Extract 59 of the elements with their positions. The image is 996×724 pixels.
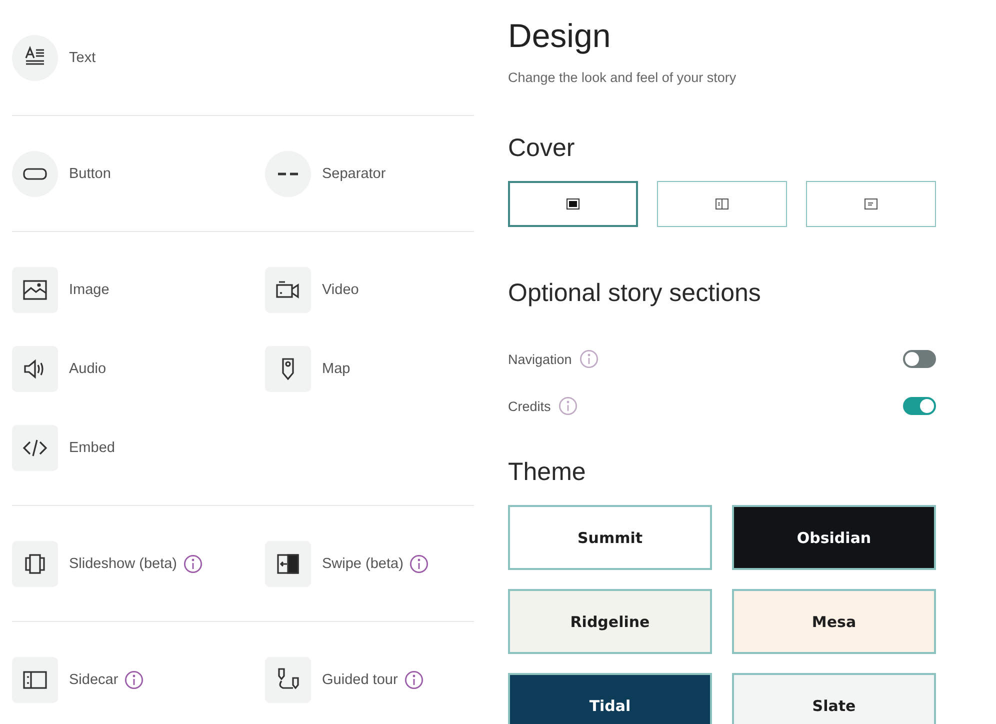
info-icon[interactable]	[404, 670, 424, 690]
block-tile[interactable]	[265, 657, 311, 703]
theme-option[interactable]: Ridgeline	[508, 589, 712, 654]
block-label: Separator	[322, 166, 386, 182]
block-tile[interactable]	[265, 267, 311, 313]
block-tile[interactable]	[12, 657, 58, 703]
block-label: Embed	[69, 440, 115, 456]
block-label: Text	[69, 50, 96, 66]
block-tile[interactable]	[12, 267, 58, 313]
block-label: Map	[322, 361, 350, 377]
code-icon	[22, 439, 48, 457]
cover-layout-icon	[716, 198, 728, 210]
block-tile[interactable]	[12, 425, 58, 471]
button-shape-icon	[23, 168, 47, 180]
panel-title: Design	[508, 16, 612, 56]
cover-layout-icon	[864, 198, 878, 210]
block-label: Swipe (beta)	[322, 556, 404, 572]
block-tile[interactable]	[12, 151, 58, 197]
block-tile[interactable]	[265, 541, 311, 587]
image-icon	[23, 280, 47, 300]
cover-option[interactable]	[508, 181, 638, 227]
block-label: Audio	[69, 361, 106, 377]
section-heading: Theme	[508, 457, 587, 487]
swipe-icon	[277, 554, 299, 574]
slideshow-icon	[25, 554, 45, 574]
info-icon[interactable]	[124, 670, 144, 690]
theme-option[interactable]: Obsidian	[732, 505, 936, 570]
section-heading: Cover	[508, 133, 576, 163]
block-label: Video	[322, 282, 359, 298]
speaker-icon	[24, 359, 44, 379]
theme-option[interactable]: Mesa	[732, 589, 936, 654]
toggle-label: Credits	[508, 398, 551, 414]
map-pin-icon	[282, 358, 294, 380]
block-label: Guided tour	[322, 672, 398, 688]
sidecar-layout-icon	[23, 671, 47, 689]
section-heading: Optional story sections	[508, 278, 762, 308]
info-icon[interactable]	[409, 554, 430, 574]
guided-tour-icon	[278, 668, 299, 690]
block-label: Slideshow (beta)	[69, 556, 177, 572]
block-tile[interactable]	[265, 346, 311, 392]
block-tile[interactable]	[12, 35, 58, 81]
block-tile[interactable]	[12, 346, 58, 392]
block-label: Button	[69, 166, 111, 182]
toggle-label: Navigation	[508, 352, 572, 366]
info-icon[interactable]	[183, 554, 203, 574]
panel-subtitle: Change the look and feel of your story	[508, 70, 738, 85]
cover-layout-icon	[566, 198, 580, 210]
block-tile[interactable]	[265, 151, 311, 197]
block-label: Sidecar	[69, 672, 118, 688]
video-camera-icon	[276, 281, 299, 298]
theme-option[interactable]: Summit	[508, 505, 712, 570]
toggle-switch[interactable]	[903, 350, 936, 368]
theme-option[interactable]: Tidal	[508, 673, 712, 724]
theme-option[interactable]: Slate	[732, 673, 936, 724]
dashed-line-icon	[276, 172, 300, 176]
toggle-switch[interactable]	[903, 397, 936, 415]
text-format-icon	[25, 46, 45, 65]
block-tile[interactable]	[12, 541, 58, 587]
block-label: Image	[69, 282, 110, 298]
